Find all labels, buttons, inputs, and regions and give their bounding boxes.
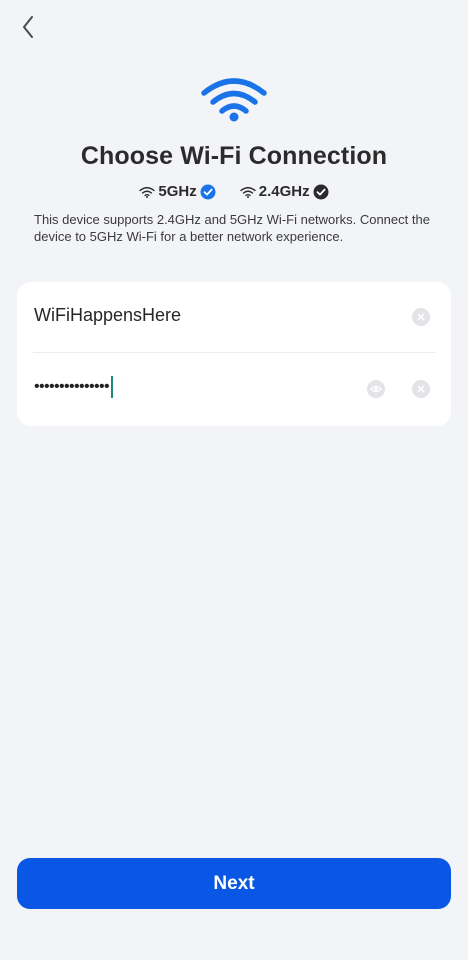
band-24ghz: 2.4GHz [240, 183, 329, 200]
toggle-password-visibility-button[interactable] [367, 380, 385, 398]
ssid-field[interactable]: WiFiHappensHere [17, 282, 451, 352]
clear-password-button[interactable] [412, 380, 430, 398]
band-24ghz-label: 2.4GHz [258, 183, 310, 200]
text-caret [111, 376, 114, 398]
check-circle-icon [313, 184, 329, 199]
password-field[interactable]: ••••••••••••••• [17, 354, 451, 424]
ssid-value[interactable]: WiFiHappensHere [34, 305, 181, 326]
page-title: Choose Wi-Fi Connection [80, 142, 388, 170]
wifi-small-icon [240, 186, 256, 198]
band-5ghz-label: 5GHz [158, 183, 197, 200]
chevron-left-icon [23, 16, 33, 38]
password-masked-text: ••••••••••••••• [34, 378, 110, 395]
password-value[interactable]: ••••••••••••••• [34, 376, 114, 398]
back-button[interactable] [14, 12, 42, 42]
check-circle-icon [200, 184, 216, 199]
clear-icon [417, 385, 425, 393]
band-support-row: 5GHz 2.4GHz [0, 183, 468, 200]
band-5ghz: 5GHz [139, 183, 216, 200]
wifi-icon [201, 75, 267, 123]
field-divider [33, 352, 435, 353]
clear-icon [417, 313, 425, 321]
next-button[interactable]: Next [17, 858, 451, 909]
clear-ssid-button[interactable] [412, 308, 430, 326]
eye-icon [370, 385, 382, 393]
wifi-form-card: WiFiHappensHere ••••••••••••••• [17, 282, 451, 426]
description-text: This device supports 2.4GHz and 5GHz Wi-… [34, 212, 430, 244]
wifi-small-icon [139, 186, 156, 198]
